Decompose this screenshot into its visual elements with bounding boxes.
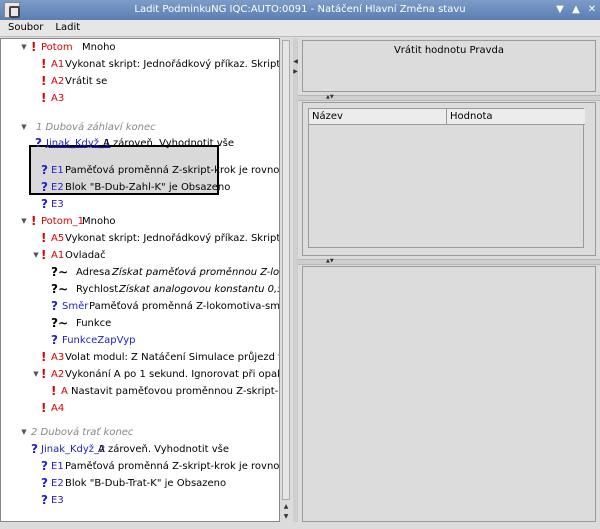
node-text: Vrátit se (65, 76, 108, 87)
question-icon: ? (41, 459, 48, 473)
node-label: A2 (51, 76, 65, 87)
horizontal-splitter[interactable]: ▲▼ (298, 94, 600, 101)
node-label: Jinak_Když_1 (46, 138, 111, 149)
error-icon: ! (41, 248, 47, 262)
collapse-toggle-icon[interactable]: ▼ (19, 39, 29, 56)
question-icon: ? (31, 442, 38, 456)
node-text: Vykonání A po 1 sekund. Ignorovat při op… (65, 369, 279, 380)
node-text: Paměťová proměnná Z-lokomotiva-smer je r (89, 301, 280, 312)
collapse-toggle-icon[interactable]: ▼ (19, 213, 29, 230)
node-label: Jinak_Když_2 (41, 444, 106, 455)
node-label: A3 (51, 352, 65, 363)
node-text: Blok "B-Dub-Trat-K" je Obsazeno (65, 478, 227, 489)
splitter-arrows-icon[interactable]: ▲▼ (326, 94, 334, 100)
node-text: Získat analogovou konstantu 0,5 (119, 284, 280, 295)
question-icon: ? (35, 136, 42, 150)
error-icon: ! (31, 40, 37, 54)
column-header-hodnota[interactable]: Hodnota (447, 109, 585, 125)
error-icon: ! (41, 57, 47, 71)
close-icon[interactable]: ✕ (585, 3, 599, 17)
question-icon: ? (41, 163, 48, 177)
question-tilde-icon: ?∼ (51, 282, 69, 296)
app-icon[interactable] (4, 2, 20, 18)
result-text: Vrátit hodnotu Pravda (393, 45, 505, 56)
node-text: Mnoho (82, 42, 116, 53)
tree-scrollbar[interactable]: ▲ ▼ (281, 38, 291, 522)
error-icon: ! (41, 401, 47, 415)
right-pane: Vrátit hodnotu Pravda ▲▼ Název Hodnota ▲… (298, 38, 600, 526)
maximize-icon[interactable]: ▲ (569, 3, 583, 17)
collapse-toggle-icon[interactable]: ▼ (31, 247, 41, 264)
condition-tree[interactable]: ▼ ! Potom Mnoho ! A1 Vykonat skript: Jed… (0, 38, 280, 522)
comment-label: 2 Dubová trať konec (31, 427, 134, 438)
menubar: Soubor Ladit (0, 20, 600, 37)
menu-soubor[interactable]: Soubor (0, 20, 47, 36)
question-icon: ? (41, 197, 48, 211)
comment-label: 1 Dubová záhlaví konec (36, 122, 156, 133)
collapse-toggle-icon[interactable]: ▼ (31, 366, 41, 383)
variables-table[interactable]: Název Hodnota (308, 108, 585, 248)
node-label: A (61, 386, 68, 397)
question-icon: ? (41, 493, 48, 507)
horizontal-splitter[interactable]: ▲▼ (298, 258, 600, 265)
menu-ladit[interactable]: Ladit (47, 20, 84, 36)
scrollbar-thumb[interactable] (282, 40, 290, 500)
window-title: Ladit PodminkuNG IQC:AUTO:0091 - Natáčen… (134, 4, 466, 15)
node-text: Blok "B-Dub-Zahl-K" je Obsazeno (65, 182, 231, 193)
node-label: FunkceZapVyp (62, 335, 136, 346)
node-label: Potom (41, 42, 73, 53)
question-icon: ? (41, 476, 48, 490)
error-icon: ! (41, 367, 47, 381)
collapse-toggle-icon[interactable]: ▼ (19, 424, 29, 441)
node-text: A zároveň. Vyhodnotit vše (98, 444, 230, 455)
node-label: Adresa (76, 267, 111, 278)
error-icon: ! (41, 350, 47, 364)
question-icon: ? (51, 299, 58, 313)
scroll-down-arrow-icon[interactable]: ▼ (281, 512, 291, 521)
window-titlebar[interactable]: Ladit PodminkuNG IQC:AUTO:0091 - Natáčen… (0, 0, 600, 20)
error-icon: ! (51, 384, 57, 398)
node-label: E1 (51, 165, 64, 176)
error-icon: ! (41, 231, 47, 245)
node-label: Rychlost (76, 284, 119, 295)
node-text: Vykonat skript: Jednořádkový příkaz. Skr… (65, 59, 280, 70)
node-label: E3 (51, 199, 64, 210)
result-panel: Vrátit hodnotu Pravda (302, 40, 596, 92)
node-text: A zároveň. Vyhodnotit vše (103, 138, 235, 149)
node-label: Potom_1 (41, 216, 84, 227)
node-label: E1 (51, 461, 64, 472)
node-label: A3 (51, 93, 65, 104)
node-label: Směr (62, 301, 89, 312)
node-text: Vykonat skript: Jednořádkový příkaz. Skr… (65, 233, 280, 244)
node-label: E2 (51, 182, 64, 193)
question-icon: ? (51, 333, 58, 347)
node-text: Paměťová proměnná Z-skript-krok je rovno… (65, 461, 280, 472)
node-text: Paměťová proměnná Z-skript-krok je rovno… (65, 165, 280, 176)
bottom-panel (302, 266, 596, 522)
node-text: Získat paměťová proměnnou Z-lokomo (112, 267, 280, 278)
minimize-icon[interactable]: ▼ (553, 3, 567, 17)
node-label: E3 (51, 495, 64, 506)
error-icon: ! (31, 214, 37, 228)
node-label: A5 (51, 233, 65, 244)
splitter-arrows-icon[interactable]: ▲▼ (326, 258, 334, 264)
scroll-up-arrow-icon[interactable]: ▲ (281, 502, 291, 511)
error-icon: ! (41, 74, 47, 88)
node-label: A4 (51, 403, 65, 414)
node-label: A1 (51, 250, 65, 261)
question-tilde-icon: ?∼ (51, 265, 69, 279)
node-text: Mnoho (82, 216, 116, 227)
question-icon: ? (41, 180, 48, 194)
collapse-toggle-icon[interactable]: ▼ (19, 119, 29, 136)
node-label: E2 (51, 478, 64, 489)
node-text: Nastavit paměťovou proměnnou Z-skript-kr… (71, 386, 279, 397)
error-icon: ! (41, 91, 47, 105)
node-label: A2 (51, 369, 65, 380)
node-label: Funkce (76, 318, 112, 329)
node-text: Volat modul: Z Natáčení Simulace průjezd… (65, 352, 279, 363)
column-header-nazev[interactable]: Název (309, 109, 447, 125)
question-tilde-icon: ?∼ (51, 316, 69, 330)
node-text: Ovladač (65, 250, 106, 261)
node-label: A1 (51, 59, 65, 70)
